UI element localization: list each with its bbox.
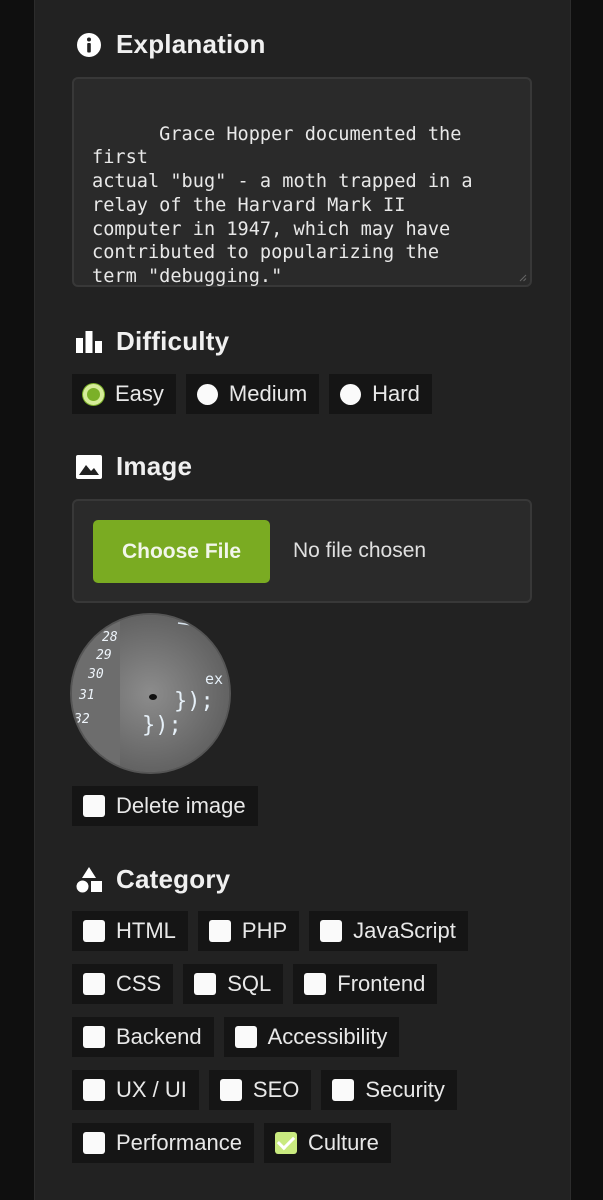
category-label: PHP [241, 918, 288, 943]
category-option-javascript[interactable]: JavaScript [309, 911, 468, 951]
category-checkbox-css[interactable] [83, 973, 105, 995]
preview-line-31: 31 [78, 688, 95, 703]
preview-line-28: 28 [102, 630, 118, 645]
category-checkbox-accessibility[interactable] [234, 1026, 257, 1048]
category-label: JavaScript [353, 918, 456, 943]
delete-image-option[interactable]: Delete image [72, 786, 258, 826]
explanation-title: Explanation [116, 29, 266, 59]
difficulty-radio-easy[interactable] [83, 383, 104, 405]
svg-text:});: }); [142, 713, 182, 738]
difficulty-options: Easy Medium Hard [72, 374, 432, 414]
category-label: CSS [116, 971, 162, 996]
category-checkbox-ux-ui[interactable] [83, 1079, 105, 1101]
difficulty-label: Medium [228, 381, 308, 406]
category-checkbox-sql[interactable] [194, 973, 217, 995]
category-label: Performance [116, 1130, 242, 1155]
category-label: Backend [116, 1024, 202, 1049]
image-title: Image [116, 451, 193, 481]
difficulty-radio-hard[interactable] [340, 383, 362, 405]
category-row: HTML PHP JavaScript [72, 911, 542, 951]
difficulty-option-easy[interactable]: Easy [72, 374, 176, 414]
category-row: Performance Culture [72, 1123, 542, 1163]
category-option-frontend[interactable]: Frontend [293, 964, 438, 1004]
image-heading: Image [74, 451, 192, 482]
difficulty-option-hard[interactable]: Hard [329, 374, 432, 414]
bar-chart-icon [74, 327, 104, 357]
category-option-php[interactable]: PHP [197, 911, 300, 951]
resize-grip-icon[interactable] [519, 274, 527, 282]
difficulty-option-medium[interactable]: Medium [185, 374, 320, 414]
category-option-security[interactable]: Security [321, 1070, 457, 1110]
category-label: HTML [116, 918, 176, 943]
category-label: Security [365, 1077, 445, 1102]
image-preview: 28 29 30 31 32 ex }); }); [72, 615, 229, 772]
category-label: Accessibility [267, 1024, 388, 1049]
preview-line-32: 32 [73, 712, 90, 727]
image-icon [74, 452, 104, 482]
category-row: CSS SQL Frontend [72, 964, 542, 1004]
explanation-textarea[interactable]: Grace Hopper documented the first actual… [72, 77, 532, 287]
category-checkbox-frontend[interactable] [304, 973, 327, 995]
category-title: Category [116, 864, 231, 894]
difficulty-label: Hard [372, 381, 420, 406]
category-checkbox-html[interactable] [83, 920, 105, 942]
category-checkbox-culture[interactable] [274, 1132, 297, 1154]
form-panel: Explanation Grace Hopper documented the … [34, 0, 571, 1200]
difficulty-label: Easy [115, 381, 164, 406]
category-option-ux-ui[interactable]: UX / UI [72, 1070, 199, 1110]
difficulty-heading: Difficulty [74, 326, 229, 357]
category-checkbox-php[interactable] [208, 920, 231, 942]
category-options: HTML PHP JavaScript CSS SQL Frontend Backend Ac… [72, 911, 542, 1176]
explanation-heading: Explanation [74, 29, 266, 60]
difficulty-radio-medium[interactable] [196, 383, 218, 405]
category-label: Culture [307, 1130, 379, 1155]
preview-line-30: 30 [87, 667, 104, 682]
category-option-seo[interactable]: SEO [208, 1070, 312, 1110]
difficulty-title: Difficulty [116, 326, 230, 356]
preview-line-29: 29 [96, 648, 112, 663]
category-heading: Category [74, 864, 230, 895]
svg-text:});: }); [174, 689, 214, 714]
file-status: No file chosen [293, 539, 427, 562]
category-label: SQL [227, 971, 272, 996]
file-input[interactable]: Choose File No file chosen [72, 499, 532, 603]
category-label: Frontend [337, 971, 426, 996]
delete-image-label: Delete image [116, 793, 246, 818]
choose-file-button[interactable]: Choose File [93, 520, 270, 583]
category-checkbox-seo[interactable] [219, 1079, 242, 1101]
delete-image-checkbox[interactable] [83, 795, 105, 817]
shapes-icon [74, 865, 104, 895]
category-checkbox-security[interactable] [332, 1079, 355, 1101]
explanation-text: Grace Hopper documented the first actual… [92, 123, 473, 287]
category-checkbox-performance[interactable] [83, 1132, 105, 1154]
category-label: UX / UI [116, 1077, 187, 1102]
category-option-accessibility[interactable]: Accessibility [223, 1017, 400, 1057]
svg-text:ex: ex [205, 670, 223, 688]
category-checkbox-javascript[interactable] [320, 920, 343, 942]
category-option-html[interactable]: HTML [72, 911, 188, 951]
category-label: SEO [252, 1077, 300, 1102]
category-option-css[interactable]: CSS [72, 964, 174, 1004]
info-icon [74, 30, 104, 60]
category-checkbox-backend[interactable] [83, 1026, 105, 1048]
category-option-culture[interactable]: Culture [263, 1123, 391, 1163]
category-option-sql[interactable]: SQL [183, 964, 284, 1004]
category-option-performance[interactable]: Performance [72, 1123, 254, 1163]
form-content: Explanation Grace Hopper documented the … [72, 0, 533, 1200]
category-row: Backend Accessibility [72, 1017, 542, 1057]
category-option-backend[interactable]: Backend [72, 1017, 214, 1057]
category-row: UX / UI SEO Security [72, 1070, 542, 1110]
